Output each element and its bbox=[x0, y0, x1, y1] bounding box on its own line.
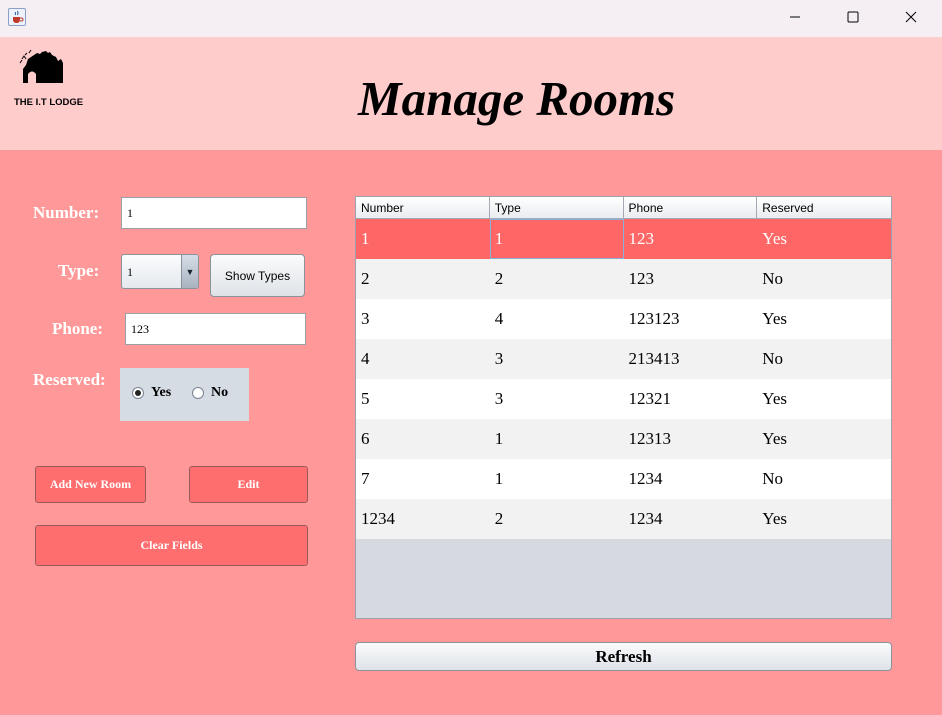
maximize-button[interactable] bbox=[824, 0, 882, 37]
table-row[interactable]: 1234 2 1234 Yes bbox=[356, 499, 891, 539]
table-cell: 1 bbox=[494, 429, 504, 448]
table-cell: 1234 bbox=[361, 509, 395, 528]
table-cell: 3 bbox=[494, 389, 504, 408]
table-cell: No bbox=[762, 349, 784, 368]
table-cell: 1 bbox=[489, 219, 624, 259]
page-title: Manage Rooms bbox=[358, 71, 676, 126]
dropdown-arrow-icon[interactable]: ▼ bbox=[181, 255, 198, 288]
reserved-yes-label[interactable]: Yes bbox=[151, 385, 171, 401]
close-icon bbox=[905, 10, 917, 28]
close-button[interactable] bbox=[882, 0, 940, 37]
add-new-room-button[interactable]: Add New Room bbox=[35, 466, 146, 503]
minimize-icon bbox=[789, 10, 801, 28]
table-row[interactable]: 5 3 12321 Yes bbox=[356, 379, 891, 419]
table-cell: Yes bbox=[762, 229, 787, 248]
table-cell: 2 bbox=[361, 269, 370, 288]
reserved-no-radio[interactable] bbox=[192, 387, 204, 399]
type-label: Type: bbox=[58, 261, 100, 280]
table-header: Number Type Phone Reserved bbox=[356, 197, 891, 219]
reserved-yes-radio[interactable] bbox=[132, 387, 144, 399]
lodge-logo: THE I.T LODGE bbox=[6, 47, 96, 108]
table-cell: Yes bbox=[762, 509, 787, 528]
table-cell: No bbox=[762, 269, 784, 288]
table-cell: 2 bbox=[494, 509, 504, 528]
table-row[interactable]: 1 1 123 Yes bbox=[356, 219, 891, 259]
table-cell: 5 bbox=[361, 389, 370, 408]
show-types-button[interactable]: Show Types bbox=[210, 254, 305, 297]
table-row[interactable]: 6 1 12313 Yes bbox=[356, 419, 891, 459]
table-cell: 213413 bbox=[628, 349, 680, 368]
table-cell: Yes bbox=[762, 309, 787, 328]
table-cell: 123123 bbox=[628, 309, 680, 328]
table-cell: 1234 bbox=[628, 469, 663, 488]
logo-text: THE I.T LODGE bbox=[14, 97, 84, 108]
column-header-phone[interactable]: Phone bbox=[624, 197, 758, 218]
number-label: Number: bbox=[33, 203, 100, 222]
table-cell: 123 bbox=[628, 229, 655, 248]
table-row[interactable]: 7 1 1234 No bbox=[356, 459, 891, 499]
maximize-icon bbox=[847, 10, 859, 28]
table-cell: Yes bbox=[762, 429, 787, 448]
table-cell: 3 bbox=[361, 309, 370, 328]
table-cell: 123 bbox=[628, 269, 655, 288]
table-cell: 1234 bbox=[628, 509, 663, 528]
column-header-number[interactable]: Number bbox=[356, 197, 490, 218]
column-header-reserved[interactable]: Reserved bbox=[757, 197, 891, 218]
rooms-table: Number Type Phone Reserved 1 1 123 Yes 2… bbox=[355, 196, 892, 619]
type-combobox-value: 1 bbox=[127, 265, 133, 279]
header-panel: THE I.T LODGE Manage Rooms bbox=[0, 37, 942, 150]
java-cup-icon bbox=[8, 8, 26, 26]
table-row[interactable]: 4 3 213413 No bbox=[356, 339, 891, 379]
table-cell: 7 bbox=[361, 469, 370, 488]
table-cell: No bbox=[762, 469, 784, 488]
table-cell: 12313 bbox=[628, 429, 672, 448]
table-cell: 4 bbox=[494, 309, 504, 328]
table-cell: 2 bbox=[494, 269, 504, 288]
table-cell: 1 bbox=[494, 469, 504, 488]
edit-button[interactable]: Edit bbox=[189, 466, 308, 503]
reserved-radio-group: Yes No bbox=[120, 368, 249, 421]
table-cell: 1 bbox=[361, 229, 370, 248]
type-combobox[interactable]: 1 ▼ bbox=[121, 254, 199, 289]
table-cell: Yes bbox=[762, 389, 787, 408]
table-cell: 4 bbox=[361, 349, 370, 368]
minimize-button[interactable] bbox=[766, 0, 824, 37]
table-cell: 6 bbox=[361, 429, 370, 448]
table-cell: 3 bbox=[494, 349, 504, 368]
clear-fields-button[interactable]: Clear Fields bbox=[35, 525, 308, 566]
column-header-type[interactable]: Type bbox=[490, 197, 624, 218]
window-title-bar bbox=[0, 0, 942, 37]
refresh-button[interactable]: Refresh bbox=[355, 642, 892, 671]
reserved-no-label[interactable]: No bbox=[211, 385, 228, 401]
table-row[interactable]: 2 2 123 No bbox=[356, 259, 891, 299]
table-row[interactable]: 3 4 123123 Yes bbox=[356, 299, 891, 339]
phone-label: Phone: bbox=[52, 319, 103, 338]
reserved-label: Reserved: bbox=[33, 370, 106, 389]
table-cell: 12321 bbox=[628, 389, 672, 408]
phone-field[interactable]: 123 bbox=[125, 313, 306, 345]
number-field[interactable]: 1 bbox=[121, 197, 307, 229]
